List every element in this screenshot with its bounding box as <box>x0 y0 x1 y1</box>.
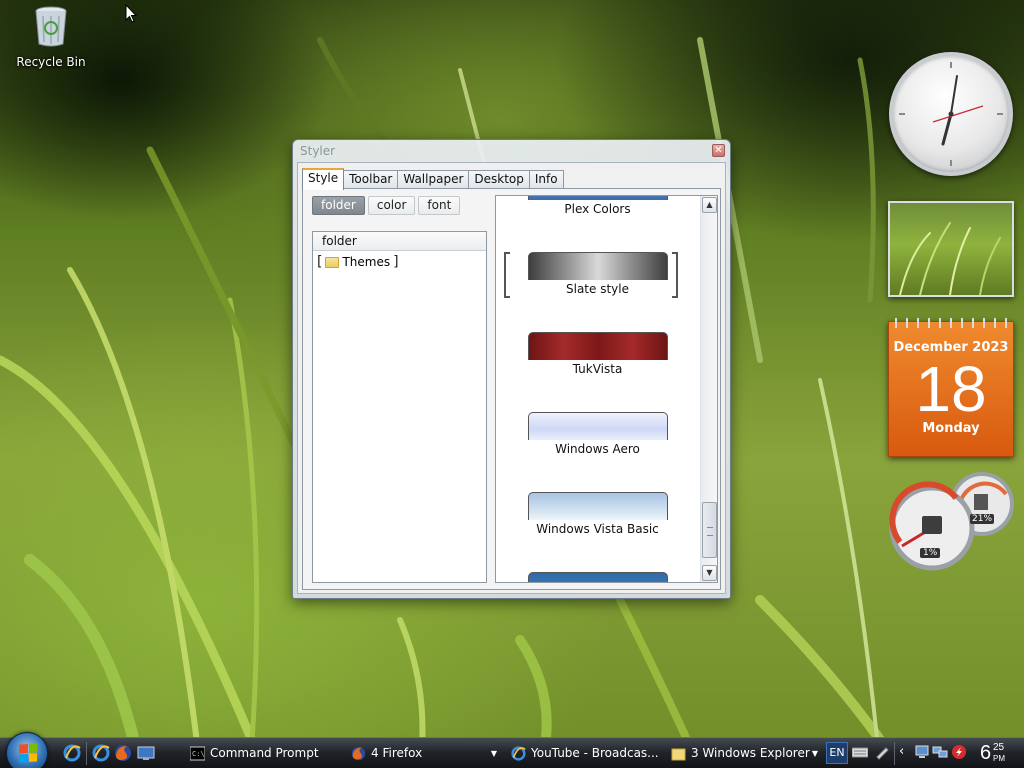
calendar-rings <box>889 318 1013 328</box>
calendar-gadget[interactable]: December 2023 18 Monday <box>888 318 1014 457</box>
keyboard-icon[interactable] <box>852 744 868 760</box>
recycle-bin-label: Recycle Bin <box>16 55 86 69</box>
style-item-windows-vista-basic[interactable]: Windows Vista Basic <box>496 492 699 536</box>
svg-text:C:\: C:\ <box>192 750 205 758</box>
style-preview-list[interactable]: Plex Colors Slate style TukVista Windows… <box>495 195 718 583</box>
tab-desktop[interactable]: Desktop <box>468 170 530 189</box>
internet-explorer-icon <box>511 746 526 761</box>
style-item-tukvista[interactable]: TukVista <box>496 332 699 376</box>
cpu-meter-gadget[interactable]: 21% 1% <box>886 472 1016 572</box>
scroll-thumb[interactable] <box>702 502 717 558</box>
clock-face-icon <box>899 62 1003 166</box>
scroll-down-button[interactable]: ▼ <box>702 565 717 581</box>
folder-icon <box>325 256 340 268</box>
style-name: Windows Vista Basic <box>536 522 659 536</box>
taskbar-item-label: YouTube - Broadcas... <box>531 746 659 760</box>
tab-wallpaper[interactable]: Wallpaper <box>397 170 470 189</box>
internet-explorer-icon[interactable] <box>63 744 81 762</box>
taskbar-windows-explorer-group[interactable]: 3 Windows Explorer ▼ <box>667 740 822 767</box>
style-swatch <box>527 196 668 200</box>
show-hidden-icons-icon[interactable]: ‹ <box>899 744 915 760</box>
style-tab-panel: folder color font folder [ Themes ] Plex… <box>302 188 721 590</box>
style-item-windows-aero[interactable]: Windows Aero <box>496 412 699 456</box>
slideshow-gadget[interactable] <box>888 201 1014 297</box>
command-prompt-icon: C:\ <box>190 746 205 761</box>
pen-icon[interactable] <box>874 744 890 760</box>
network-icon[interactable] <box>932 744 948 760</box>
folder-icon <box>671 748 686 761</box>
taskbar-firefox-group[interactable]: 4 Firefox ▼ <box>347 740 501 767</box>
font-button[interactable]: font <box>418 196 461 215</box>
style-swatch <box>527 252 668 280</box>
flash-player-icon[interactable] <box>951 744 967 760</box>
style-name: TukVista <box>572 362 623 376</box>
tab-style[interactable]: Style <box>302 168 345 190</box>
style-name: Slate style <box>566 282 629 296</box>
window-title: Styler <box>300 144 336 158</box>
style-swatch <box>527 572 668 582</box>
color-button[interactable]: color <box>367 196 416 215</box>
chevron-up-icon: ▲ <box>706 200 713 209</box>
firefox-icon <box>351 746 366 761</box>
calendar-day: 18 <box>915 353 987 425</box>
tree-item-label: Themes <box>342 255 391 269</box>
style-swatch <box>527 492 668 520</box>
cpu-meter-value: 1% <box>920 548 941 558</box>
tab-strip: Style Toolbar Wallpaper Desktop Info <box>302 168 564 190</box>
taskbar-separator <box>894 742 895 765</box>
taskbar-item-label: 3 Windows Explorer <box>691 746 810 760</box>
style-swatch <box>527 332 668 360</box>
taskbar-item-label: Command Prompt <box>210 746 319 760</box>
styler-window[interactable]: Styler ✕ Style Toolbar Wallpaper Desktop… <box>292 139 731 599</box>
slideshow-image <box>899 222 1001 296</box>
clock-gadget[interactable] <box>889 52 1013 176</box>
style-swatch <box>527 412 668 440</box>
start-button[interactable] <box>6 732 48 768</box>
tree-item-themes[interactable]: [ Themes ] <box>317 254 399 270</box>
windows-logo-icon <box>19 743 37 763</box>
scroll-up-button[interactable]: ▲ <box>702 197 717 213</box>
style-item-plex-colors[interactable]: Plex Colors <box>496 196 699 216</box>
computer-icon[interactable] <box>914 744 930 760</box>
clock-minutes: 25 <box>993 742 1005 753</box>
internet-explorer-icon[interactable] <box>92 744 110 762</box>
chevron-down-icon: ▼ <box>490 749 497 758</box>
cpu-meter-dials <box>889 472 1014 571</box>
taskbar-separator <box>86 742 87 765</box>
taskbar: C:\ Command Prompt 4 Firefox ▼ YouTube -… <box>0 732 1024 768</box>
vertical-scrollbar[interactable]: ▲ ▼ <box>700 196 717 582</box>
folder-tree[interactable]: folder [ Themes ] <box>312 231 487 583</box>
calendar-weekday: Monday <box>922 421 980 436</box>
taskbar-command-prompt[interactable]: C:\ Command Prompt <box>186 740 336 767</box>
mouse-cursor-icon <box>125 4 137 23</box>
styler-titlebar[interactable]: Styler ✕ <box>293 140 730 162</box>
chevron-down-icon: ▼ <box>706 568 713 577</box>
selection-bracket-left: [ <box>317 254 323 270</box>
style-item-slate-style[interactable]: Slate style <box>496 252 699 296</box>
style-name: Plex Colors <box>564 202 631 216</box>
tab-info[interactable]: Info <box>528 170 564 189</box>
style-name: Windows Aero <box>555 442 640 456</box>
show-desktop-icon[interactable] <box>137 744 155 762</box>
folder-button[interactable]: folder <box>312 196 365 215</box>
recycle-bin-desktop-icon[interactable]: Recycle Bin <box>14 4 88 69</box>
selection-bracket-right: ] <box>393 254 399 270</box>
styler-client: Style Toolbar Wallpaper Desktop Info fol… <box>297 162 726 594</box>
tab-toolbar[interactable]: Toolbar <box>343 170 399 189</box>
memory-meter-value: 21% <box>970 514 995 524</box>
language-indicator[interactable]: EN <box>826 742 848 764</box>
clock-ampm: PM <box>993 754 1005 763</box>
clock-hour: 6 <box>980 742 992 764</box>
category-buttons: folder color font <box>312 196 461 215</box>
close-button[interactable]: ✕ <box>712 144 725 157</box>
taskbar-clock[interactable]: 6 25 PM <box>980 741 1005 765</box>
close-icon: ✕ <box>714 145 723 156</box>
style-item-partial[interactable] <box>496 572 699 582</box>
recycle-bin-icon <box>35 6 67 47</box>
chevron-down-icon: ▼ <box>811 749 818 758</box>
tree-header[interactable]: folder <box>313 232 486 251</box>
taskbar-youtube[interactable]: YouTube - Broadcas... <box>507 740 659 767</box>
taskbar-item-label: 4 Firefox <box>371 746 423 760</box>
firefox-icon[interactable] <box>114 744 132 762</box>
